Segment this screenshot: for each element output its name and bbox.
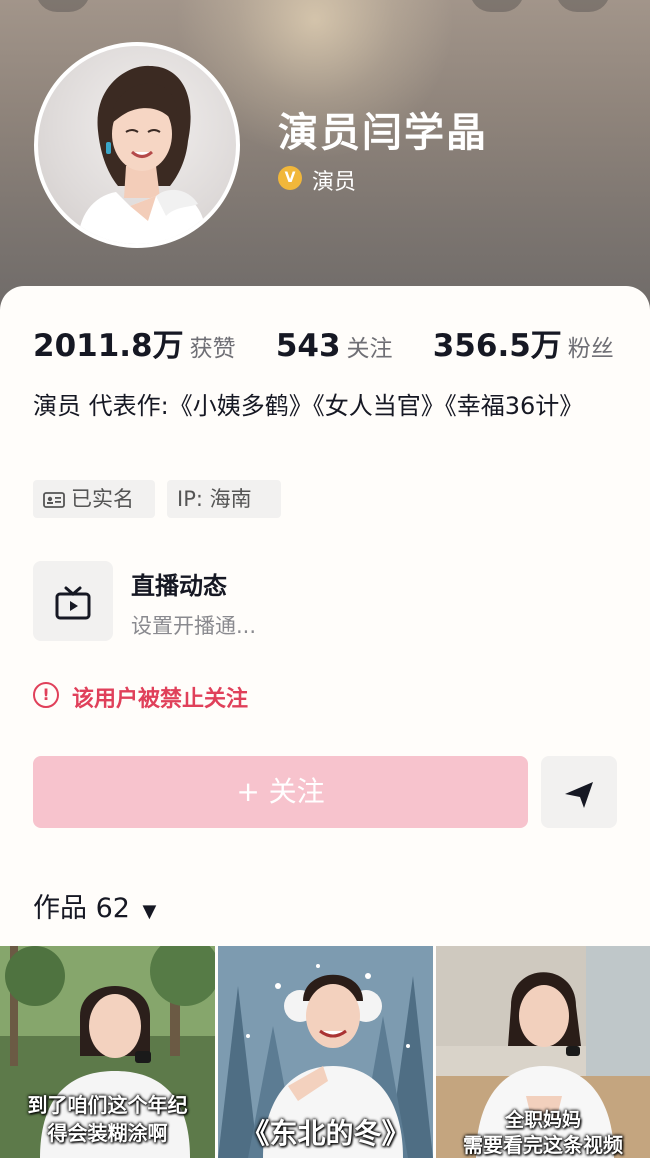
verified-badge-icon: V xyxy=(278,166,302,190)
id-card-icon xyxy=(43,492,65,508)
stat-following[interactable]: 543 关注 xyxy=(276,328,398,364)
realname-label: 已实名 xyxy=(71,487,134,511)
video-thumbnail-2[interactable]: 《东北的冬》 xyxy=(218,946,433,1158)
stat-followers[interactable]: 356.5万 粉丝 xyxy=(433,328,614,364)
works-label: 作品 62 xyxy=(33,893,130,924)
profile-name: 演员闫学晶 xyxy=(278,110,488,156)
video-3-caption-line2: 需要看完这条视频 xyxy=(463,1133,623,1157)
stat-followers-label: 粉丝 xyxy=(567,336,614,362)
tv-icon xyxy=(55,586,91,620)
live-status-subtitle: 设置开播通... xyxy=(131,614,257,638)
avatar[interactable] xyxy=(34,42,240,248)
video-1-caption-line1: 到了咱们这个年纪 xyxy=(27,1093,188,1117)
warning-icon: ! xyxy=(33,682,59,708)
video-thumbnail-1[interactable]: 到了咱们这个年纪 得会装糊涂啊 xyxy=(0,946,215,1158)
follow-banned-notice: 该用户被禁止关注 xyxy=(72,687,249,712)
dropdown-arrow-icon: ▼ xyxy=(142,901,157,922)
profile-role: 演员 xyxy=(312,170,357,195)
avatar-photo xyxy=(78,65,207,244)
works-tab[interactable]: 作品 62 ▼ xyxy=(33,886,156,925)
share-button[interactable] xyxy=(541,756,617,828)
video-thumbnail-3[interactable]: 全职妈妈 需要看完这条视频 xyxy=(436,946,650,1158)
realname-tag: 已实名 xyxy=(33,480,155,518)
stat-likes-label: 获赞 xyxy=(189,336,236,362)
more-button[interactable] xyxy=(556,0,610,12)
stat-likes[interactable]: 2011.8万 获赞 xyxy=(33,328,241,364)
back-button[interactable] xyxy=(36,0,90,12)
follow-button[interactable]: + 关注 xyxy=(33,756,528,828)
stat-followers-value: 356.5万 xyxy=(432,328,562,364)
ip-location-tag: IP: 海南 xyxy=(167,480,281,518)
search-button[interactable] xyxy=(470,0,524,12)
live-status-tile[interactable] xyxy=(33,561,113,641)
profile-bio: 演员 代表作:《小姨多鹤》《女人当官》《幸福36计》 xyxy=(33,392,584,420)
video-2-caption: 《东北的冬》 xyxy=(241,1117,410,1150)
live-status-title[interactable]: 直播动态 xyxy=(131,566,227,601)
stat-following-label: 关注 xyxy=(346,336,393,362)
stat-following-value: 543 xyxy=(275,328,341,364)
send-icon xyxy=(565,782,593,808)
video-1-caption-line2: 得会装糊涂啊 xyxy=(47,1121,168,1145)
video-3-caption-line1: 全职妈妈 xyxy=(504,1109,581,1131)
profile-stats: 2011.8万 获赞 543 关注 356.5万 粉丝 xyxy=(33,320,633,364)
stat-likes-value: 2011.8万 xyxy=(33,328,184,364)
